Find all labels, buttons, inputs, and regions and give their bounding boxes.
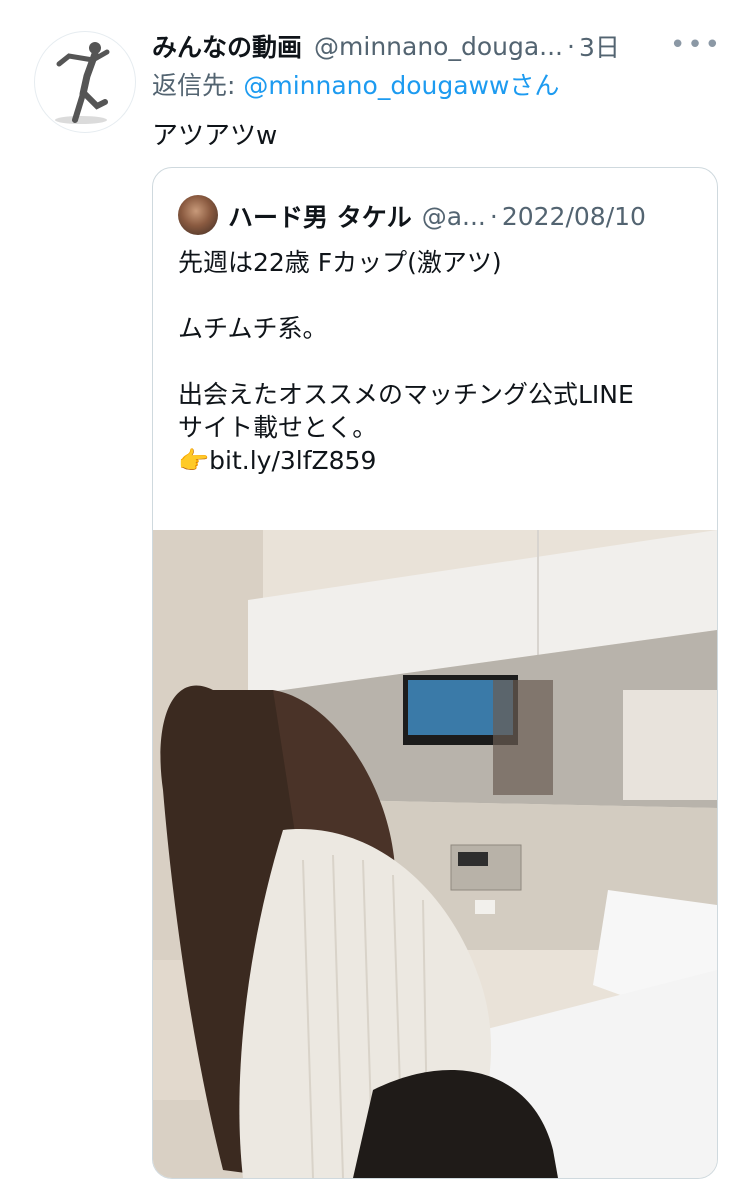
quoted-text-line: ムチムチ系。 xyxy=(178,314,328,343)
user-avatar[interactable] xyxy=(34,31,136,133)
quoted-user-avatar[interactable] xyxy=(178,195,218,235)
tweet-time[interactable]: 3日 xyxy=(579,28,620,64)
room-photo-image xyxy=(153,530,717,1178)
dancing-figure-icon xyxy=(55,42,110,124)
quoted-user-handle[interactable]: @a... xyxy=(422,202,486,231)
quoted-text-line: サイト載せとく。 xyxy=(178,413,378,442)
reply-prefix: 返信先: xyxy=(152,71,244,100)
tweet-header: みんなの動画 @minnano_douga... · 3日 ••• xyxy=(152,26,722,66)
more-options-icon[interactable]: ••• xyxy=(670,30,722,60)
display-name[interactable]: みんなの動画 xyxy=(152,28,302,64)
quoted-tweet-date[interactable]: 2022/08/10 xyxy=(502,202,646,231)
quoted-text-line: 先週は22歳 Fカップ(激アツ) xyxy=(178,248,502,277)
quoted-tweet-text: 先週は22歳 Fカップ(激アツ) ムチムチ系。 出会えたオススメのマッチング公式… xyxy=(178,246,708,477)
reply-mention-link[interactable]: @minnano_dougawwさん xyxy=(243,71,559,100)
link-line: 👉bit.ly/3lfZ859 xyxy=(178,444,708,477)
quoted-display-name[interactable]: ハード男 タケル xyxy=(228,198,412,234)
separator-dot: · xyxy=(567,31,575,61)
quoted-tweet-photo[interactable] xyxy=(153,530,717,1178)
reply-to-line: 返信先: @minnano_dougawwさん xyxy=(152,66,559,102)
quoted-text-line: 出会えたオススメのマッチング公式LINE xyxy=(178,380,634,409)
separator-dot: · xyxy=(489,201,498,231)
tweet-text: アツアツw xyxy=(152,121,278,151)
quoted-tweet-card[interactable]: ハード男 タケル @a... · 2022/08/10 先週は22歳 Fカップ(… xyxy=(152,167,718,1179)
pointing-hand-icon: 👉 xyxy=(178,446,210,475)
short-link[interactable]: bit.ly/3lfZ859 xyxy=(209,446,376,475)
user-handle[interactable]: @minnano_douga... xyxy=(314,32,563,61)
quoted-tweet-header: ハード男 タケル @a... · 2022/08/10 xyxy=(228,196,708,236)
